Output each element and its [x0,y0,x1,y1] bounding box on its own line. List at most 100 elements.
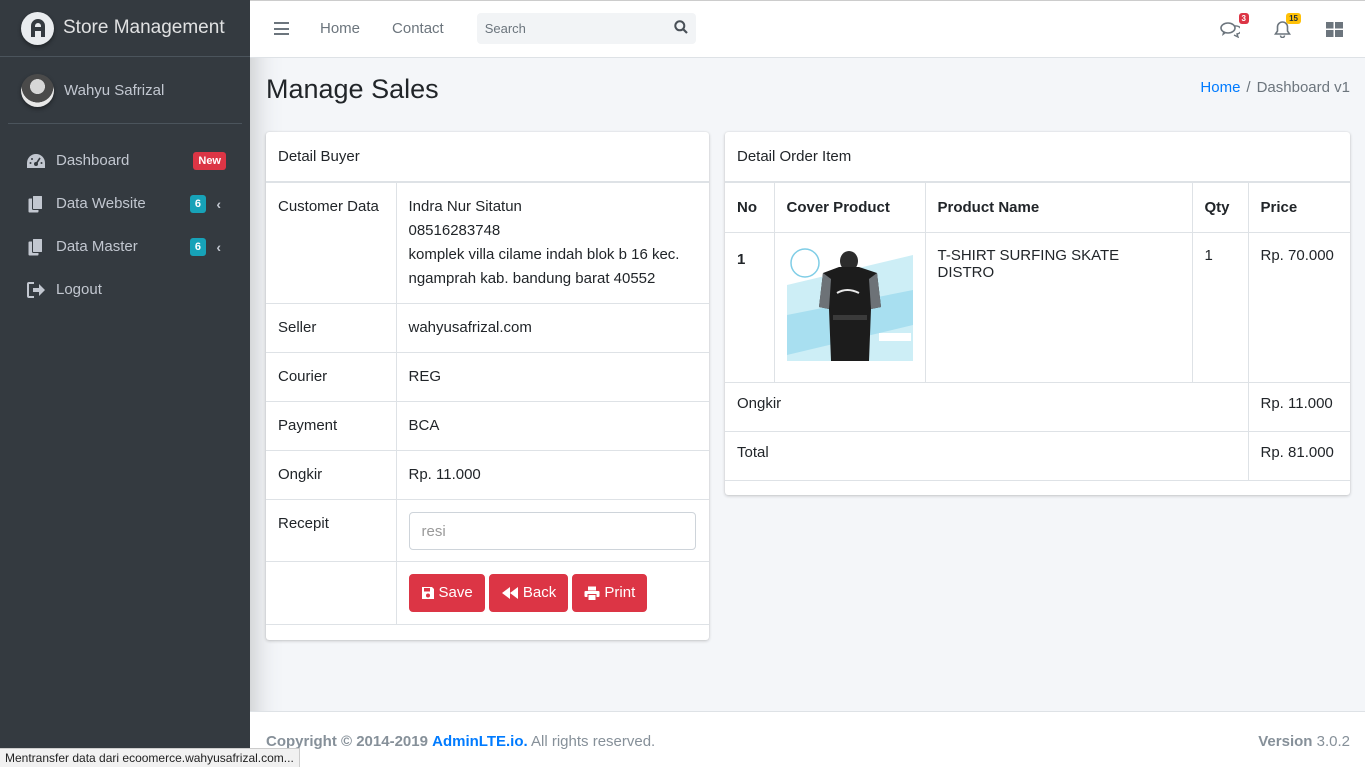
receipt-label: Recepit [266,499,397,562]
user-panel[interactable]: Wahyu Safrizal [8,57,242,124]
nav-link-contact[interactable]: Contact [392,20,444,37]
cover-cell [773,232,926,383]
version-number: 3.0.2 [1316,733,1350,750]
order-table: No Cover Product Product Name Qty Price … [725,182,1350,481]
copy-icon [26,237,46,256]
courier-value: REG [395,352,709,402]
column-header-no: No [725,182,775,233]
sidebar-item-data-master[interactable]: Data Master 6 ‹ [8,225,242,268]
breadcrumb-home-link[interactable]: Home [1200,79,1240,96]
customer-address: komplek villa cilame indah blok b 16 kec… [408,246,680,287]
table-row: Recepit [266,499,709,562]
rights-text: All rights reserved. [531,733,656,750]
grid-icon[interactable] [1323,18,1345,40]
save-icon [421,587,434,599]
back-button[interactable]: Back [488,574,569,612]
page-title: Manage Sales [266,74,439,104]
top-navbar: Home Contact 3 15 [250,0,1365,58]
sidebar-item-logout[interactable]: Logout [8,268,242,311]
detail-buyer-card: Detail Buyer Customer Data Indra Nur Sit… [266,132,709,640]
sidebar-item-label: Dashboard [56,152,130,169]
sign-out-icon [26,281,46,299]
column-header-qty: Qty [1191,182,1249,233]
back-button-label: Back [522,584,557,601]
notifications-count-badge: 15 [1286,13,1301,24]
print-button[interactable]: Print [572,574,648,612]
search-input[interactable] [484,21,655,36]
receipt-cell [395,499,709,562]
search-icon[interactable] [674,19,688,38]
sidebar-item-label: Logout [56,281,102,298]
sidebar-item-label: Data Website [56,195,146,212]
table-row: Customer Data Indra Nur Sitatun 08516283… [266,182,709,304]
sidebar-item-label: Data Master [56,238,138,255]
product-price: Rp. 70.000 [1247,232,1350,383]
customer-data-cell: Indra Nur Sitatun 08516283748 komplek vi… [395,182,709,304]
table-row: Courier REG [266,352,709,402]
browser-status-bar: Mentransfer data dari ecoomerce.wahyusaf… [0,748,300,767]
print-icon [584,586,600,601]
ongkir-label: Ongkir [725,382,1249,432]
seller-label: Seller [266,303,397,353]
copyright: Copyright © 2014-2019 AdminLTE.io. All r… [266,733,655,750]
bell-icon[interactable]: 15 [1271,13,1301,40]
navbar-right: 3 15 [1189,0,1345,58]
breadcrumb-current: Dashboard v1 [1256,79,1350,96]
payment-label: Payment [266,401,397,451]
customer-phone: 08516283748 [408,222,501,239]
detail-order-card: Detail Order Item No Cover Product Produ… [725,132,1350,495]
avatar [21,73,54,107]
brand-name: Store Management [63,17,225,38]
total-label: Total [725,431,1249,481]
messages-count-badge: 3 [1238,13,1249,24]
version-info: Version 3.0.2 [1258,733,1350,750]
sidebar-item-dashboard[interactable]: Dashboard New [8,139,242,182]
print-button-label: Print [604,584,636,601]
footer: Copyright © 2014-2019 AdminLTE.io. All r… [250,711,1365,767]
save-button-label: Save [438,584,473,601]
table-row: Ongkir Rp. 11.000 [725,382,1350,432]
menu-toggle-icon[interactable] [274,22,289,35]
column-header-name: Product Name [924,182,1193,233]
chevron-left-icon: ‹ [216,195,221,212]
product-qty: 1 [1191,232,1249,383]
column-header-price: Price [1247,182,1350,233]
ongkir-value: Rp. 11.000 [1247,382,1350,432]
user-name[interactable]: Wahyu Safrizal [64,82,164,99]
customer-name: Indra Nur Sitatun [408,198,522,215]
table-row: Payment BCA [266,401,709,451]
table-row: Total Rp. 81.000 [725,431,1350,481]
new-badge: New [193,151,226,170]
seller-value: wahyusafrizal.com [395,303,709,353]
save-button[interactable]: Save [408,574,485,612]
brand-link[interactable]: Store Management [0,0,250,57]
column-header-cover: Cover Product [773,182,926,233]
ongkir-label: Ongkir [266,450,397,500]
nav-link-home[interactable]: Home [320,20,360,37]
sidebar-item-data-website[interactable]: Data Website 6 ‹ [8,182,242,225]
table-row: Seller wahyusafrizal.com [266,303,709,353]
table-row: Save Back Print [266,561,709,625]
sidebar-nav: Dashboard New Data Website 6 ‹ Data Mast… [0,139,250,311]
table-header-row: No Cover Product Product Name Qty Price [725,182,1350,233]
breadcrumb: Home / Dashboard v1 [1200,79,1350,96]
adminlte-link[interactable]: AdminLTE.io. [432,733,528,750]
count-badge: 6 [189,237,206,256]
backward-icon [501,587,518,599]
empty-cell [266,561,397,625]
table-row: 1 T-SHIRT SURFING SKATE DISTRO 1 Rp. 70.… [725,232,1350,383]
ongkir-value: Rp. 11.000 [395,450,709,500]
payment-value: BCA [395,401,709,451]
product-name: T-SHIRT SURFING SKATE DISTRO [924,232,1193,383]
brand-logo-icon [21,11,54,45]
actions-cell: Save Back Print [395,561,709,625]
count-badge: 6 [189,194,206,213]
messages-icon[interactable]: 3 [1219,13,1249,40]
total-value: Rp. 81.000 [1247,431,1350,481]
customer-data-label: Customer Data [266,182,397,304]
card-title: Detail Buyer [266,132,709,182]
copy-icon [26,194,46,213]
row-no: 1 [725,232,775,383]
buyer-table: Customer Data Indra Nur Sitatun 08516283… [266,182,709,625]
receipt-input[interactable] [408,512,696,550]
